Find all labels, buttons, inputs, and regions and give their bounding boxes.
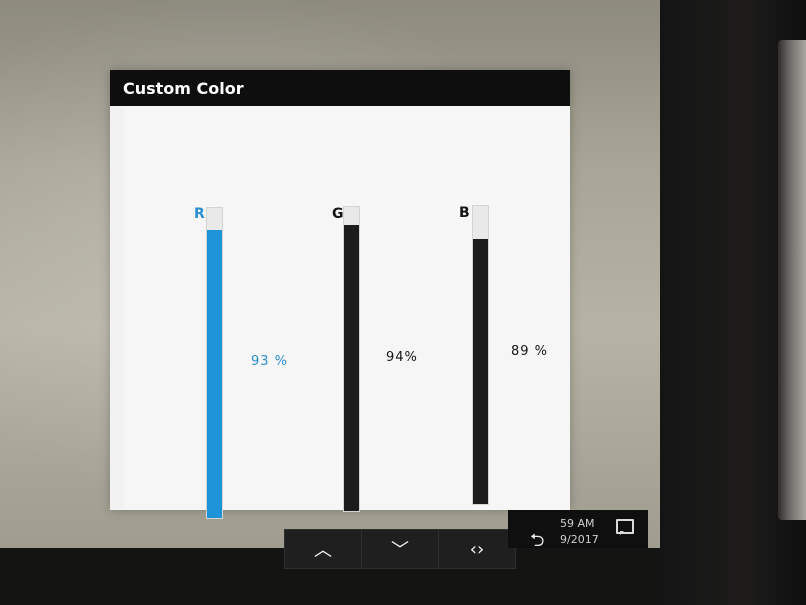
blue-slider[interactable] — [472, 205, 489, 505]
down-button[interactable]: ﹀ — [361, 529, 439, 569]
green-slider[interactable] — [343, 206, 360, 512]
chevron-up-icon: ︿ — [314, 540, 332, 561]
input-button[interactable]: ‹› — [438, 529, 516, 569]
notification-icon[interactable] — [616, 519, 634, 535]
clock-date[interactable]: 9/2017 — [560, 533, 599, 546]
adjacent-monitor-edge — [778, 40, 806, 520]
blue-percent: 89 % — [511, 344, 549, 359]
dialog-titlebar: Custom Color — [110, 70, 570, 106]
clock-time[interactable]: 59 AM — [560, 517, 595, 530]
dialog-title: Custom Color — [123, 79, 244, 98]
back-arrow-icon[interactable]: ⮌ — [530, 528, 544, 558]
channel-label-r: R — [194, 206, 205, 222]
red-slider-fill — [207, 229, 222, 518]
dialog-body: R 93 % G 94% B 89 % — [124, 106, 570, 519]
channel-label-g: G — [332, 206, 344, 222]
up-button[interactable]: ︿ — [284, 529, 362, 569]
arrows-left-right-icon: ‹› — [469, 538, 485, 560]
custom-color-dialog: Custom Color R 93 % G 94% B 89 % — [110, 70, 570, 519]
green-slider-fill — [344, 225, 359, 511]
chevron-down-icon: ﹀ — [391, 540, 409, 561]
red-percent: 93 % — [251, 354, 289, 369]
green-percent: 94% — [386, 350, 418, 365]
blue-slider-fill — [473, 238, 488, 504]
channel-label-b: B — [459, 205, 470, 221]
red-slider[interactable] — [206, 207, 223, 519]
